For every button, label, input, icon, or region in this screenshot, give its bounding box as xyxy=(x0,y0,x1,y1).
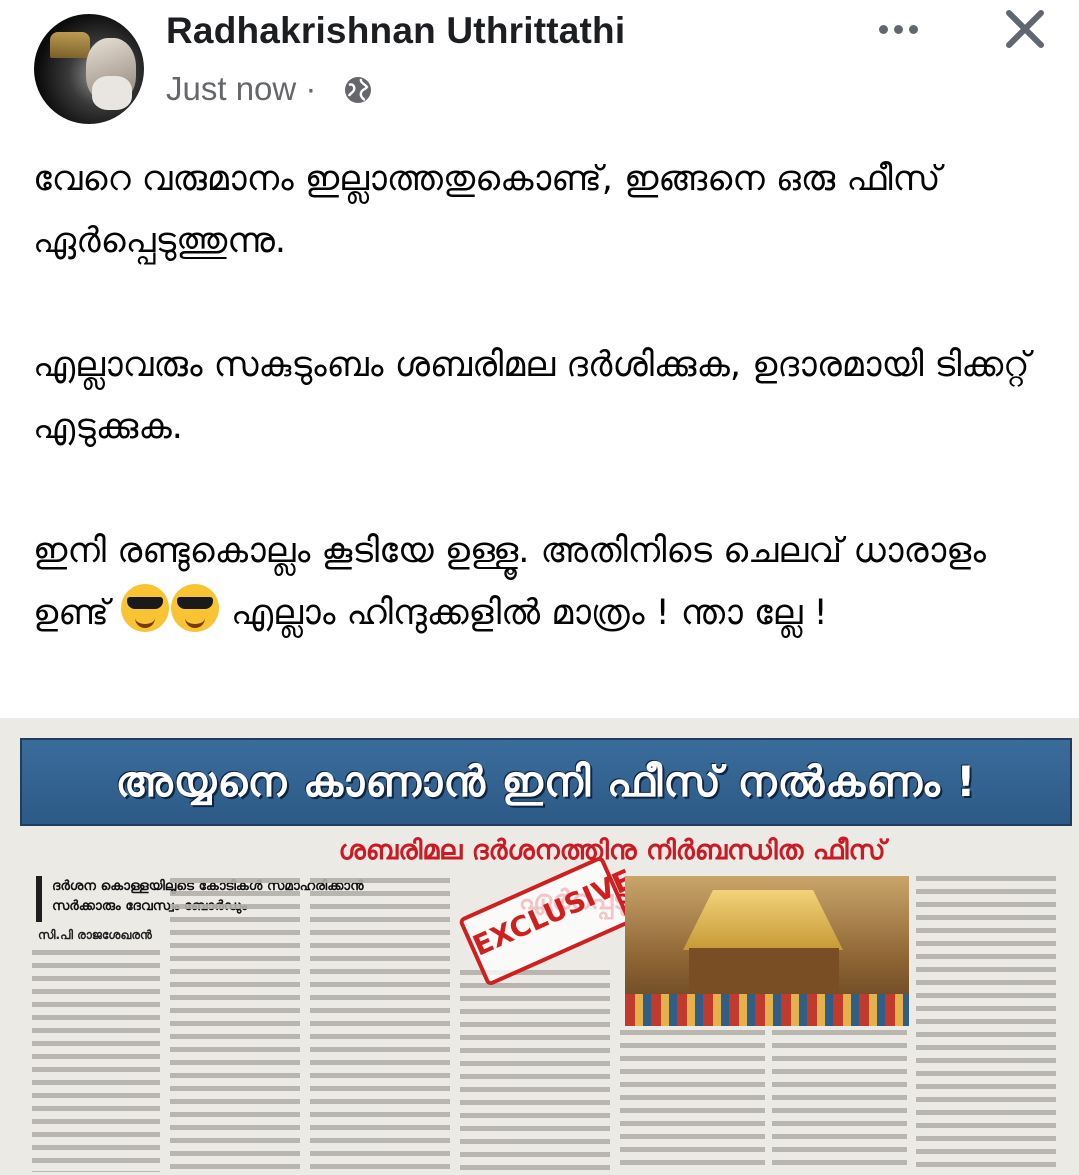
article-column xyxy=(620,1030,765,1172)
article-column xyxy=(460,970,610,1172)
dot-icon xyxy=(878,24,888,34)
globe-icon[interactable] xyxy=(343,75,373,105)
article-column xyxy=(916,876,1056,1172)
temple-roof-graphic xyxy=(683,890,843,950)
post-timestamp[interactable]: Just now · xyxy=(166,70,316,108)
temple-photo xyxy=(625,876,909,1026)
article-column xyxy=(32,950,160,1172)
timestamp-separator: · xyxy=(305,70,317,107)
headline-band: അയ്യനെ കാണാൻ ഇനി ഫീസ് നൽകണം ! xyxy=(20,738,1072,826)
close-icon[interactable] xyxy=(1002,6,1048,52)
author-name[interactable]: Radhakrishnan Uthrittathi xyxy=(166,10,625,52)
temple-wall-graphic xyxy=(689,948,839,1000)
avatar-temple-graphic xyxy=(50,32,90,58)
temple-steps-graphic xyxy=(625,994,909,1026)
dot-icon xyxy=(908,24,918,34)
article-column xyxy=(772,1030,907,1172)
dot-icon xyxy=(893,24,903,34)
timestamp-text[interactable]: Just now xyxy=(166,70,296,107)
sunglasses-emoji-icon xyxy=(120,584,169,632)
clipping-headline: അയ്യനെ കാണാൻ ഇനി ഫീസ് നൽകണം ! xyxy=(115,757,977,806)
post-paragraph: ഇനി രണ്ടുകൊല്ലം കൂടിയേ ഉള്ളൂ. അതിനിടെ ചെ… xyxy=(33,520,1053,644)
post-paragraph: എല്ലാവരും സകുടുംബം ശബരിമല ദർശിക്കുക, ഉദാ… xyxy=(33,345,1030,447)
sunglasses-emoji-icon xyxy=(170,584,219,632)
post-paragraph: വേറെ വരുമാനം ഇല്ലാത്തതുകൊണ്ട്, ഇങ്ങനെ ഒര… xyxy=(33,159,941,261)
post-body: വേറെ വരുമാനം ഇല്ലാത്തതുകൊണ്ട്, ഇങ്ങനെ ഒര… xyxy=(33,148,1053,706)
more-dots-icon[interactable] xyxy=(870,18,926,40)
post-text-span: എല്ലാം ഹിന്ദുക്കളിൽ മാത്രം ! ന്താ ല്ലേ ! xyxy=(231,593,828,633)
clipping-byline: സി.പി രാജശേഖരൻ xyxy=(38,928,152,942)
article-column xyxy=(310,878,450,1172)
avatar-beard-graphic xyxy=(92,76,132,110)
avatar[interactable] xyxy=(34,14,144,124)
article-column xyxy=(170,878,300,1172)
